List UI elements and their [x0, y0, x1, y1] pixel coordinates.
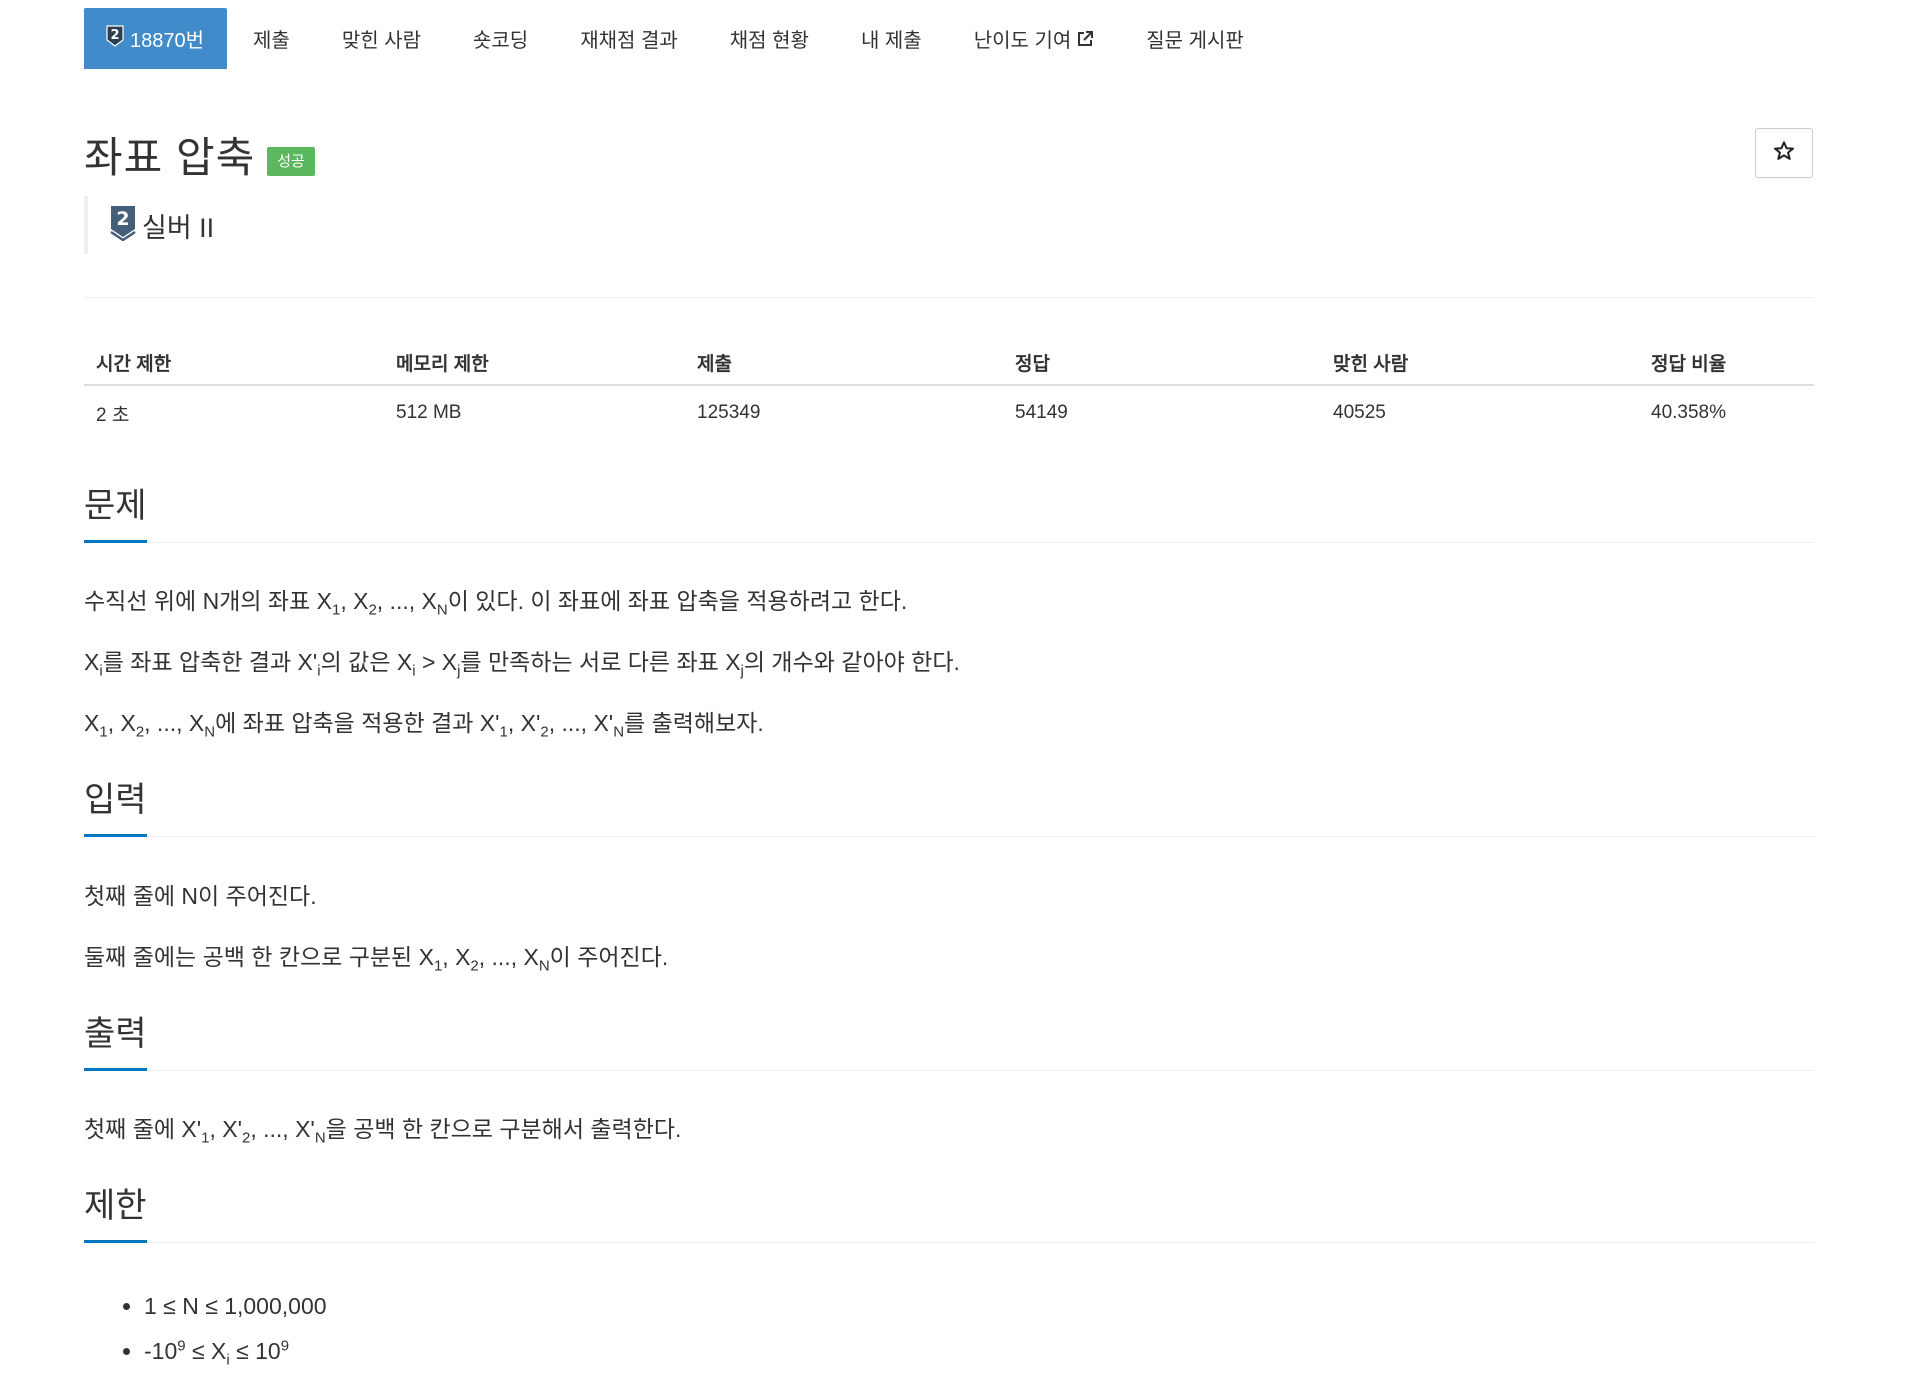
- external-link-icon: [1076, 30, 1094, 48]
- silver-tier-icon: 2: [110, 205, 136, 246]
- nav-difficulty-contribution[interactable]: 난이도 기여: [948, 8, 1121, 69]
- list-item: 1 ≤ N ≤ 1,000,000: [144, 1284, 327, 1329]
- nav-qna-board[interactable]: 질문 게시판: [1120, 8, 1270, 69]
- problem-section-header: 문제: [84, 482, 1814, 543]
- input-section-header: 입력: [84, 776, 1814, 837]
- accepted-value: 54149: [1015, 402, 1068, 423]
- nav-judge-status-label: 채점 현황: [729, 30, 809, 52]
- nav-rejudge-results-label: 재채점 결과: [580, 30, 678, 52]
- problem-tier: 2 실버 II: [84, 196, 214, 254]
- nav-my-submissions-label: 내 제출: [860, 30, 922, 52]
- column-header: 메모리 제한: [384, 340, 685, 386]
- nav-difficulty-contribution-label: 난이도 기여: [973, 30, 1072, 52]
- title-row: 좌표 압축 성공: [84, 124, 315, 185]
- problem-paragraph-3: X1, X2, ..., XN에 좌표 압축을 적용한 결과 X'1, X'2,…: [84, 710, 764, 741]
- problem-info-table: 시간 제한 메모리 제한 제출 정답 맞힌 사람 정답 비율 2 초 512 M…: [84, 340, 1814, 440]
- output-paragraph: 첫째 줄에 X'1, X'2, ..., X'N을 공백 한 칸으로 구분해서 …: [84, 1116, 682, 1147]
- memory-limit-value: 512 MB: [396, 402, 462, 423]
- problem-menu: 2 18870번 제출 맞힌 사람 숏코딩 재채점 결과 채점 현황 내 제출 …: [84, 8, 1270, 69]
- column-header: 맞힌 사람: [1321, 340, 1639, 386]
- time-limit-value: 2 초: [96, 404, 130, 426]
- nav-short-coding-label: 숏코딩: [473, 30, 529, 52]
- silver-tier-icon: 2: [106, 24, 124, 53]
- favorite-button[interactable]: [1755, 128, 1813, 178]
- svg-text:2: 2: [116, 208, 129, 230]
- problem-paragraph-1: 수직선 위에 N개의 좌표 X1, X2, ..., XN이 있다. 이 좌표에…: [84, 588, 908, 619]
- section-title: 입력: [84, 776, 147, 837]
- limits-list: 1 ≤ N ≤ 1,000,000 -109 ≤ Xi ≤ 109: [84, 1284, 327, 1374]
- column-header: 시간 제한: [84, 340, 384, 386]
- problem-title: 좌표 압축: [84, 134, 256, 181]
- section-title: 제한: [84, 1182, 147, 1243]
- problem-page: 2 18870번 제출 맞힌 사람 숏코딩 재채점 결과 채점 현황 내 제출 …: [0, 0, 1922, 1368]
- nav-qna-board-label: 질문 게시판: [1146, 30, 1244, 52]
- nav-problem-number[interactable]: 2 18870번: [84, 8, 228, 69]
- column-header: 정답: [1003, 340, 1321, 386]
- divider: [84, 297, 1814, 298]
- svg-text:2: 2: [110, 28, 119, 43]
- section-title: 출력: [84, 1010, 147, 1071]
- nav-submit[interactable]: 제출: [227, 8, 316, 69]
- star-outline-icon: [1773, 140, 1795, 167]
- nav-my-submissions[interactable]: 내 제출: [835, 8, 948, 69]
- tier-name: 실버 II: [142, 212, 215, 243]
- status-badge: 성공: [267, 147, 315, 176]
- nav-solvers-label: 맞힌 사람: [341, 30, 421, 52]
- input-paragraph-2: 둘째 줄에는 공백 한 칸으로 구분된 X1, X2, ..., XN이 주어진…: [84, 944, 669, 975]
- limits-section-header: 제한: [84, 1182, 1814, 1243]
- column-header: 제출: [685, 340, 1003, 386]
- accepted-ratio-value: 40.358%: [1651, 402, 1727, 423]
- table-header-row: 시간 제한 메모리 제한 제출 정답 맞힌 사람 정답 비율: [84, 340, 1814, 386]
- column-header: 정답 비율: [1639, 340, 1814, 386]
- nav-problem-number-label: 18870번: [130, 30, 205, 52]
- table-row: 2 초 512 MB 125349 54149 40525 40.358%: [84, 385, 1814, 440]
- nav-solvers[interactable]: 맞힌 사람: [316, 8, 447, 69]
- list-item: -109 ≤ Xi ≤ 109: [144, 1329, 327, 1374]
- nav-rejudge-results[interactable]: 재채점 결과: [554, 8, 704, 69]
- submissions-value: 125349: [697, 402, 761, 423]
- nav-submit-label: 제출: [253, 30, 290, 52]
- nav-judge-status[interactable]: 채점 현황: [704, 8, 835, 69]
- input-paragraph-1: 첫째 줄에 N이 주어진다.: [84, 883, 317, 909]
- nav-short-coding[interactable]: 숏코딩: [447, 8, 554, 69]
- problem-paragraph-2: Xi를 좌표 압축한 결과 X'i의 값은 Xi > Xj를 만족하는 서로 다…: [84, 649, 960, 680]
- output-section-header: 출력: [84, 1010, 1814, 1071]
- solvers-value: 40525: [1333, 402, 1386, 423]
- section-title: 문제: [84, 482, 147, 543]
